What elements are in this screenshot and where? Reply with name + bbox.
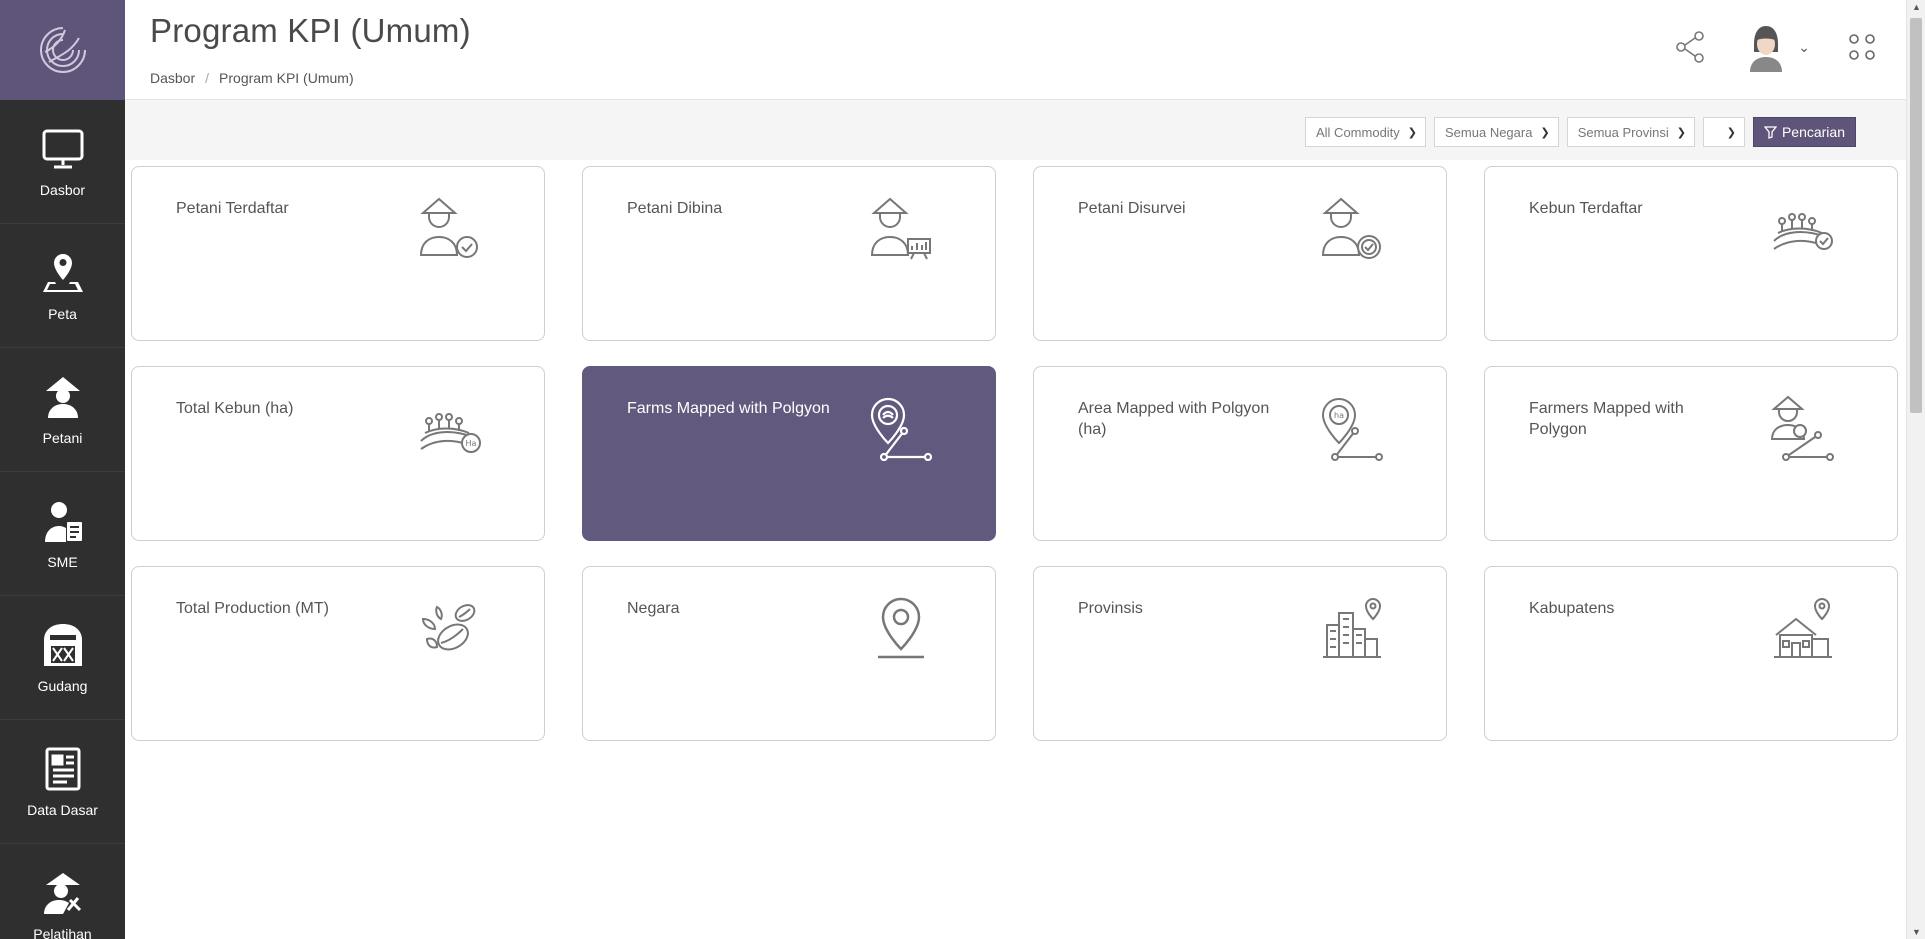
sidebar-item-label: Petani [42, 429, 83, 446]
apps-grid-icon[interactable] [1848, 33, 1876, 61]
field-ha-icon: Ha [420, 413, 481, 453]
breadcrumb-separator: / [205, 70, 210, 86]
kpi-card-farmers-mapped[interactable]: Farmers Mapped with Polygon [1484, 366, 1898, 541]
commodity-select[interactable]: All Commodity ❯ [1305, 117, 1427, 147]
location-pin-icon [878, 597, 924, 659]
sidebar-item-pelatihan[interactable]: Pelatihan [0, 844, 125, 939]
sidebar-item-label: SME [47, 553, 78, 570]
commodity-select-value: All Commodity [1316, 124, 1400, 140]
sidebar-item-peta[interactable]: Peta [0, 224, 125, 348]
map-pin-icon [42, 253, 83, 292]
card-label: Kebun Terdaftar [1529, 200, 1643, 217]
training-icon [43, 872, 81, 914]
scroll-up-arrow-icon[interactable]: ▲ [1912, 2, 1921, 12]
svg-text:Ha: Ha [466, 439, 477, 448]
sidebar: Dasbor Peta Petani SME Gudang Data Dasar… [0, 0, 125, 939]
kpi-card-area-mapped[interactable]: Area Mapped with Polgyon (ha) ha [1033, 366, 1447, 541]
wheat-swirl-logo-icon [39, 27, 86, 74]
filters: All Commodity ❯ Semua Negara ❯ Semua Pro… [1305, 117, 1856, 147]
card-label: Total Kebun (ha) [176, 400, 294, 417]
user-menu[interactable]: ⌄ [1746, 22, 1810, 72]
page-title: Program KPI (Umum) [150, 12, 471, 49]
chevron-down-icon: ⌄ [1798, 38, 1810, 55]
card-label: Negara [627, 600, 680, 617]
sme-icon [44, 501, 82, 542]
farmer-check-icon [419, 197, 478, 258]
search-button-label: Pencarian [1781, 124, 1845, 140]
kpi-card-grid: Petani Terdaftar Petani Dibina Petani Di… [131, 166, 1899, 741]
country-select-value: Semua Negara [1445, 124, 1533, 140]
card-label: Kabupatens [1529, 600, 1615, 617]
kpi-card-petani-disurvei[interactable]: Petani Disurvei [1033, 166, 1447, 341]
sidebar-item-label: Data Dasar [27, 801, 98, 818]
chevron-down-icon: ❯ [1726, 126, 1736, 139]
svg-text:ha: ha [1334, 411, 1344, 420]
sidebar-item-gudang[interactable]: Gudang [0, 596, 125, 720]
kpi-card-kabupatens[interactable]: Kabupatens [1484, 566, 1898, 741]
farmer-chart-icon [870, 197, 931, 260]
scroll-down-arrow-icon[interactable]: ▼ [1912, 927, 1921, 937]
kpi-card-petani-terdaftar[interactable]: Petani Terdaftar [131, 166, 545, 341]
kpi-card-provinsis[interactable]: Provinsis [1033, 566, 1447, 741]
avatar-icon [1750, 26, 1783, 72]
card-label: Area Mapped with Polgyon (ha) [1078, 400, 1270, 438]
filter-bar: All Commodity ❯ Semua Negara ❯ Semua Pro… [125, 100, 1906, 160]
sidebar-item-data-dasar[interactable]: Data Dasar [0, 720, 125, 844]
app-logo[interactable] [0, 0, 125, 100]
country-select[interactable]: Semua Negara ❯ [1434, 117, 1559, 147]
scrollbar-thumb[interactable] [1910, 18, 1922, 413]
sidebar-item-sme[interactable]: SME [0, 472, 125, 596]
house-pin-icon [1774, 597, 1832, 658]
document-icon [45, 747, 80, 790]
chevron-down-icon: ❯ [1407, 126, 1418, 139]
province-select-value: Semua Provinsi [1577, 124, 1669, 140]
warehouse-icon [43, 623, 82, 666]
farmer-survey-icon [1321, 197, 1381, 259]
filter-icon [1763, 125, 1777, 139]
sidebar-item-label: Dasbor [39, 181, 86, 198]
page-header: Program KPI (Umum) Dasbor / Program KPI … [125, 0, 1906, 100]
sidebar-item-petani[interactable]: Petani [0, 348, 125, 472]
sidebar-item-label: Gudang [37, 677, 88, 694]
card-label: Total Production (MT) [176, 600, 329, 617]
page-scrollbar[interactable]: ▲ ▼ [1906, 0, 1925, 939]
kpi-card-kebun-terdaftar[interactable]: Kebun Terdaftar [1484, 166, 1898, 341]
breadcrumb-home[interactable]: Dasbor [150, 70, 195, 86]
farmer-icon [45, 376, 80, 418]
breadcrumb: Dasbor / Program KPI (Umum) [150, 70, 354, 86]
card-label: Petani Disurvei [1078, 200, 1186, 217]
sidebar-item-label: Pelatihan [33, 925, 92, 939]
pin-polygon-icon [870, 397, 933, 461]
share-icon[interactable] [1674, 30, 1708, 64]
chevron-down-icon: ❯ [1540, 126, 1550, 139]
beans-icon [421, 604, 476, 651]
province-select[interactable]: Semua Provinsi ❯ [1566, 117, 1695, 147]
search-button[interactable]: Pencarian [1752, 117, 1856, 147]
card-label: Petani Terdaftar [176, 200, 289, 217]
sidebar-item-dasbor[interactable]: Dasbor [0, 100, 125, 224]
pin-polygon-ha-icon: ha [1321, 397, 1383, 461]
chevron-down-icon: ❯ [1676, 126, 1686, 139]
header-actions: ⌄ [1674, 22, 1876, 72]
field-check-icon [1773, 213, 1833, 250]
kpi-card-total-production[interactable]: Total Production (MT) [131, 566, 545, 741]
sidebar-item-label: Peta [48, 305, 77, 322]
farmer-polygon-icon [1770, 395, 1834, 461]
breadcrumb-current: Program KPI (Umum) [219, 70, 354, 86]
card-label: Farms Mapped with Polgyon [627, 400, 830, 417]
kpi-card-negara[interactable]: Negara [582, 566, 996, 741]
card-label: Provinsis [1078, 600, 1143, 617]
kpi-card-total-kebun[interactable]: Total Kebun (ha) Ha [131, 366, 545, 541]
kpi-card-farms-mapped[interactable]: Farms Mapped with Polgyon [582, 366, 996, 541]
extra-select[interactable]: ❯ [1702, 117, 1745, 147]
monitor-icon [42, 129, 83, 168]
city-pin-icon [1323, 597, 1382, 658]
kpi-card-petani-dibina[interactable]: Petani Dibina [582, 166, 996, 341]
card-label: Petani Dibina [627, 200, 723, 217]
card-label: Farmers Mapped with Polygon [1529, 400, 1684, 438]
